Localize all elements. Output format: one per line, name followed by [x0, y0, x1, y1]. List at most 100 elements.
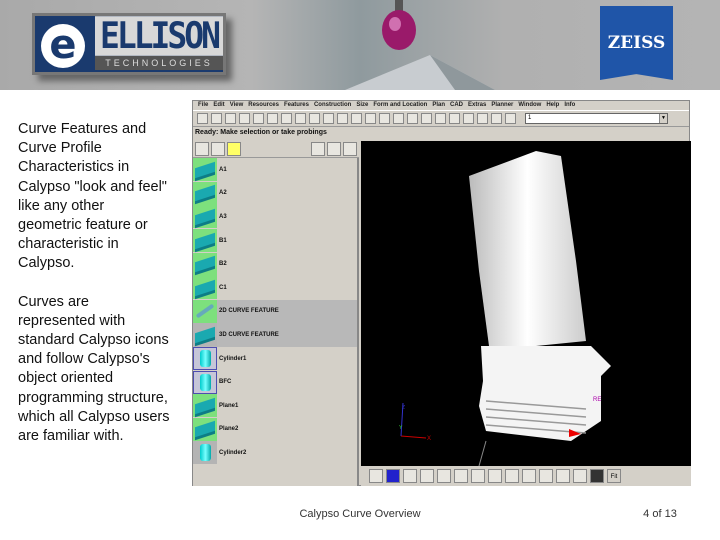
tree-item-label: Plane1 — [219, 402, 239, 409]
menu-window[interactable]: Window — [518, 101, 541, 110]
tree-item[interactable]: 2D CURVE FEATURE — [193, 299, 357, 324]
cad-viewport[interactable]: RE X Y Z — [361, 141, 691, 467]
feature-4-icon[interactable] — [365, 113, 376, 124]
axis-y-label: Y — [399, 425, 403, 431]
display-icon[interactable] — [420, 469, 434, 483]
feature-tree: A1 A2 A3 B1 B2 C1 2D CURVE FEATURE 3D CURVE FEA… — [193, 158, 359, 486]
cylinder-icon — [193, 370, 217, 394]
help-icon[interactable] — [435, 113, 446, 124]
table-icon[interactable] — [491, 113, 502, 124]
ellison-name: ELLISON — [95, 16, 223, 56]
rotate-icon[interactable] — [522, 469, 536, 483]
axis-x-label: X — [427, 436, 431, 442]
save-icon[interactable] — [225, 113, 236, 124]
menu-planner[interactable]: Planner — [491, 101, 513, 110]
cylinder-icon — [193, 347, 217, 371]
feature-1-icon[interactable] — [323, 113, 334, 124]
menu-view[interactable]: View — [230, 101, 244, 110]
tree-item[interactable]: A3 — [193, 205, 357, 229]
machine-icon[interactable] — [463, 113, 474, 124]
plane-point-icon — [193, 276, 217, 300]
plane-point-icon — [193, 158, 217, 182]
menu-extras[interactable]: Extras — [468, 101, 486, 110]
hand-icon[interactable] — [556, 469, 570, 483]
slide-header: e ELLISON TECHNOLOGIES ZEISS — [0, 0, 720, 90]
tree-item-label: C1 — [219, 284, 227, 291]
tree-item-label: Cylinder2 — [219, 449, 247, 456]
chevron-down-icon[interactable]: ▼ — [659, 114, 667, 123]
axis-view-icon[interactable] — [437, 469, 451, 483]
pan-icon[interactable] — [505, 469, 519, 483]
move-down-icon[interactable] — [327, 142, 341, 156]
select-icon[interactable] — [369, 469, 383, 483]
tree-item-label: Plane2 — [219, 426, 239, 433]
view-icon[interactable] — [311, 142, 325, 156]
tree-item[interactable]: Cylinder1 — [193, 347, 357, 371]
menu-form-and-location[interactable]: Form and Location — [373, 101, 427, 110]
menu-features[interactable]: Features — [284, 101, 309, 110]
chart-icon[interactable] — [505, 113, 516, 124]
2d-curve-icon — [193, 299, 217, 323]
tree-item[interactable]: Cylinder2 — [193, 441, 357, 465]
tree-toolbar — [193, 140, 359, 158]
zoom-in-icon[interactable] — [488, 469, 502, 483]
plane-point-icon — [193, 252, 217, 276]
open-icon[interactable] — [211, 113, 222, 124]
cut-icon[interactable] — [239, 113, 250, 124]
menu-cad[interactable]: CAD — [450, 101, 463, 110]
plan-icon[interactable] — [227, 142, 241, 156]
3d-curve-icon — [193, 323, 217, 347]
find-icon[interactable] — [309, 113, 320, 124]
feature-3-icon[interactable] — [351, 113, 362, 124]
fit-button[interactable]: Fit — [607, 469, 621, 483]
tree-item[interactable]: 3D CURVE FEATURE — [193, 323, 357, 347]
color-icon[interactable] — [386, 469, 400, 483]
tree-item[interactable]: A2 — [193, 181, 357, 206]
paragraph: Curves are represented with standard Cal… — [18, 293, 170, 445]
zoom-icon[interactable] — [471, 469, 485, 483]
tree-item[interactable]: C1 — [193, 276, 357, 300]
menu-plan[interactable]: Plan — [432, 101, 445, 110]
tree-item[interactable]: A1 — [193, 158, 357, 182]
report-icon[interactable] — [407, 113, 418, 124]
move-up-icon[interactable] — [343, 142, 357, 156]
zoom-out-icon[interactable] — [454, 469, 468, 483]
shade-icon[interactable] — [590, 469, 604, 483]
rotate-axis-icon[interactable] — [539, 469, 553, 483]
printer-icon[interactable] — [421, 113, 432, 124]
paste-icon[interactable] — [267, 113, 278, 124]
feature-2-icon[interactable] — [337, 113, 348, 124]
redo-icon[interactable] — [295, 113, 306, 124]
menu-file[interactable]: File — [198, 101, 208, 110]
delete-icon[interactable] — [393, 113, 404, 124]
new-icon[interactable] — [197, 113, 208, 124]
menu-edit[interactable]: Edit — [213, 101, 224, 110]
tree-item[interactable]: B2 — [193, 252, 357, 276]
feature-icon[interactable] — [195, 142, 209, 156]
tree-item[interactable]: BFC — [193, 370, 357, 394]
cube-view-icon[interactable] — [403, 469, 417, 483]
menu-construction[interactable]: Construction — [314, 101, 351, 110]
copy-icon[interactable] — [253, 113, 264, 124]
menu-help[interactable]: Help — [546, 101, 559, 110]
tree-item-label: B2 — [219, 261, 227, 268]
tree-item-label: 3D CURVE FEATURE — [219, 331, 279, 338]
menu-size[interactable]: Size — [356, 101, 368, 110]
tree-item[interactable]: B1 — [193, 229, 357, 253]
print-icon[interactable] — [379, 113, 390, 124]
menu-resources[interactable]: Resources — [248, 101, 279, 110]
menu-info[interactable]: Info — [564, 101, 575, 110]
undo-icon[interactable] — [281, 113, 292, 124]
tree-item[interactable]: Plane2 — [193, 417, 357, 442]
tree-item-label: BFC — [219, 379, 232, 386]
ellison-subtitle: TECHNOLOGIES — [95, 56, 223, 70]
rotate-2-icon[interactable] — [573, 469, 587, 483]
characteristic-icon[interactable] — [211, 142, 225, 156]
tree-item[interactable]: Plane1 — [193, 394, 357, 418]
selection-combo[interactable]: 1 ▼ — [525, 113, 668, 124]
stylus-icon[interactable] — [477, 113, 488, 124]
probe-image — [345, 0, 495, 90]
page-number: 4 of 13 — [643, 508, 677, 520]
info-icon[interactable] — [449, 113, 460, 124]
footer-title: Calypso Curve Overview — [299, 508, 421, 520]
